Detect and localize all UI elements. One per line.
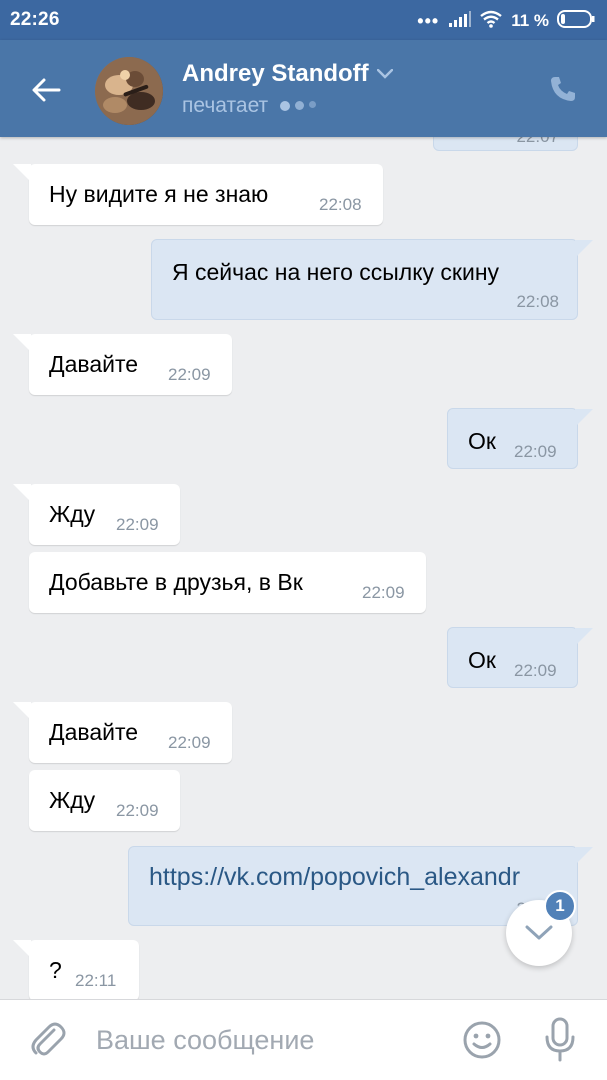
message-list[interactable]: 22:07 Ну видите я не знаю 22:08 Я сейчас… (0, 137, 607, 999)
chat-header: Andrey Standoff печатает (0, 40, 607, 137)
message-time: 22:11 (75, 971, 117, 990)
message-text: Ок (468, 647, 496, 673)
message-text: Давайте (49, 351, 139, 377)
message-text: Ок (468, 428, 496, 454)
status-bar: 22:26 ••• 11 % (0, 0, 607, 40)
message-bubble-outgoing[interactable]: Ок 22:09 (447, 627, 593, 688)
notification-dots: ••• (417, 10, 440, 31)
message-text: Жду (49, 787, 96, 813)
message-text: ? (49, 957, 62, 983)
smile-icon (463, 1021, 501, 1059)
message-time: 22:09 (168, 365, 211, 384)
message-bubble-incoming[interactable]: Давайте 22:09 (13, 334, 232, 395)
call-button[interactable] (543, 69, 583, 109)
status-indicators: ••• 11 % (417, 9, 595, 33)
microphone-button[interactable] (538, 1016, 582, 1064)
message-text: Добавьте в друзья, в Вк (49, 569, 303, 595)
message-text: Жду (49, 501, 96, 527)
message-bubble-incoming[interactable]: Давайте 22:09 (13, 702, 232, 763)
back-button[interactable] (22, 66, 70, 114)
message-text: Ну видите я не знаю (49, 181, 269, 207)
contact-name-button[interactable]: Andrey Standoff (182, 60, 393, 88)
message-input-bar (0, 999, 607, 1080)
message-time: 22:07 (516, 137, 559, 147)
message-bubble-incoming[interactable]: Добавьте в друзья, в Вк 22:09 (29, 552, 426, 613)
battery-icon (557, 9, 595, 33)
message-time: 22:09 (514, 442, 557, 461)
message-bubble-incoming[interactable]: ? 22:11 (13, 940, 139, 999)
message-time: 22:09 (116, 515, 159, 534)
message-bubble-outgoing[interactable]: 22:07 (433, 137, 578, 151)
message-time: 22:09 (168, 733, 211, 752)
message-text: Давайте (49, 719, 139, 745)
typing-status-text: печатает (182, 94, 269, 117)
message-input[interactable] (96, 1018, 436, 1062)
paperclip-icon (31, 1022, 66, 1056)
status-time: 22:26 (10, 9, 60, 30)
message-time: 22:09 (362, 583, 405, 602)
message-bubble-incoming[interactable]: Жду 22:09 (13, 484, 180, 545)
battery-level: 11 % (511, 11, 549, 30)
emoji-button[interactable] (461, 1019, 503, 1061)
message-link[interactable]: https://vk.com/popovich_alexandr (149, 863, 520, 892)
message-bubble-outgoing[interactable]: Ок 22:09 (447, 408, 593, 469)
message-time: 22:08 (319, 195, 362, 214)
message-bubble-incoming[interactable]: Ну видите я не знаю 22:08 (13, 164, 383, 225)
contact-avatar[interactable] (95, 57, 163, 125)
typing-status: печатает (182, 94, 317, 118)
unread-badge: 1 (544, 890, 576, 922)
phone-icon (551, 77, 575, 101)
attach-button[interactable] (26, 1018, 70, 1062)
message-text: Я сейчас на него ссылку скину (172, 259, 500, 285)
signal-icon (449, 10, 472, 32)
chevron-down-icon (525, 925, 553, 940)
arrow-left-icon (32, 78, 61, 102)
microphone-icon (545, 1017, 575, 1062)
wifi-icon (479, 10, 503, 33)
chevron-down-icon (376, 69, 393, 79)
message-bubble-outgoing[interactable]: Я сейчас на него ссылку скину 22:08 (151, 239, 593, 320)
typing-dots-icon (280, 101, 317, 111)
message-bubble-incoming[interactable]: Жду 22:09 (29, 770, 180, 831)
message-time: 22:08 (516, 292, 559, 311)
message-time: 22:09 (514, 661, 557, 680)
contact-name: Andrey Standoff (182, 60, 369, 87)
message-time: 22:09 (116, 801, 159, 820)
